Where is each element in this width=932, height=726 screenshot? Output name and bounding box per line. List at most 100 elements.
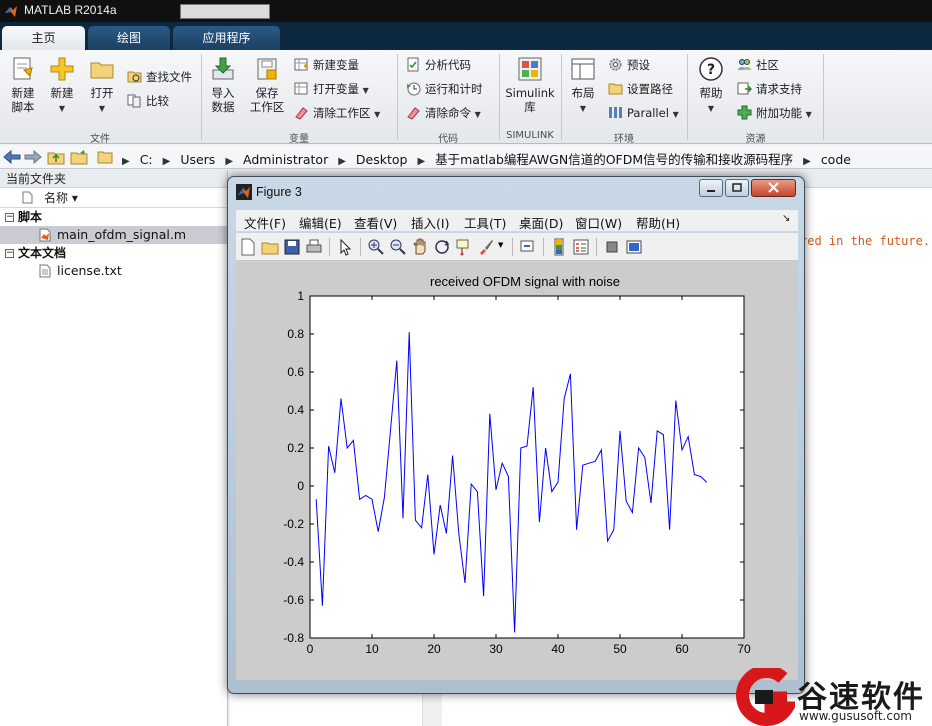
new-figure-icon[interactable] <box>239 238 257 256</box>
open-variable-dropdown-icon[interactable]: ▼ <box>363 86 369 95</box>
menu-desktop[interactable]: 桌面(D) <box>519 213 563 232</box>
file-row-main-ofdm-signal[interactable]: main_ofdm_signal.m <box>0 226 227 244</box>
ribbon-divider <box>823 54 824 140</box>
brush-icon[interactable] <box>477 238 495 256</box>
pan-hand-icon[interactable] <box>411 238 429 256</box>
menu-insert[interactable]: 插入(I) <box>411 213 449 232</box>
data-cursor-icon[interactable] <box>455 238 473 256</box>
open-button[interactable]: 打开 ▼ <box>86 56 118 116</box>
title-search-box[interactable] <box>180 4 270 19</box>
breadcrumb-item[interactable]: Administrator <box>243 152 328 167</box>
menu-file[interactable]: 文件(F) <box>244 213 286 232</box>
y-tick-label: 0.6 <box>287 365 304 379</box>
show-plot-tools-icon[interactable] <box>625 238 643 256</box>
group-scripts[interactable]: − 脚本 <box>0 208 227 226</box>
collapse-toggle-icon[interactable]: − <box>5 249 14 258</box>
tab-apps[interactable]: 应用程序 <box>173 26 280 50</box>
matlab-script-file-icon <box>39 228 51 242</box>
address-bar: ▶ C: ▶ Users ▶ Administrator ▶ Desktop ▶… <box>0 145 932 169</box>
link-plot-icon[interactable] <box>519 238 537 256</box>
analyze-code-button[interactable]: 分析代码 <box>406 55 471 75</box>
set-path-button[interactable]: 设置路径 <box>608 79 673 99</box>
insert-colorbar-icon[interactable] <box>550 238 568 256</box>
collapse-toggle-icon[interactable]: − <box>5 213 14 222</box>
find-files-icon <box>127 71 142 83</box>
parallel-dropdown-icon[interactable]: ▼ <box>673 110 679 119</box>
group-text-documents[interactable]: − 文本文档 <box>0 244 227 262</box>
clear-commands-button[interactable]: 清除命令 ▼ <box>406 103 481 123</box>
save-workspace-button[interactable]: 保存 工作区 <box>247 56 287 114</box>
breadcrumb-item[interactable]: 基于matlab编程AWGN信道的OFDM信号的传输和接收源码程序 <box>435 152 793 167</box>
menu-tools[interactable]: 工具(T) <box>464 213 506 232</box>
new-script-icon <box>13 57 33 80</box>
layout-button[interactable]: 布局 ▼ <box>567 56 599 116</box>
up-folder-icon[interactable] <box>47 149 65 165</box>
rotate-3d-icon[interactable] <box>433 238 451 256</box>
menu-dock-arrow-icon[interactable]: ↘ <box>782 213 790 224</box>
file-row-license[interactable]: license.txt <box>0 262 227 280</box>
request-support-icon <box>737 82 752 95</box>
x-tick-label: 10 <box>365 642 379 656</box>
browse-folder-icon[interactable] <box>70 149 88 165</box>
open-variable-button[interactable]: 打开变量 ▼ <box>294 79 369 99</box>
brush-dropdown-icon[interactable]: ▼ <box>498 241 503 249</box>
print-figure-icon[interactable] <box>305 238 323 256</box>
compare-icon <box>127 94 141 108</box>
breadcrumb-item[interactable]: Users <box>180 152 215 167</box>
find-files-button[interactable]: 查找文件 <box>127 67 192 87</box>
community-button[interactable]: 社区 <box>737 55 779 75</box>
breadcrumb-item[interactable]: Desktop <box>356 152 408 167</box>
new-script-button[interactable]: 新建 脚本 <box>6 56 40 114</box>
preferences-button[interactable]: 预设 <box>608 55 650 75</box>
import-data-icon <box>212 57 234 80</box>
parallel-button[interactable]: Parallel ▼ <box>608 103 679 123</box>
request-support-button[interactable]: 请求支持 <box>737 79 802 99</box>
y-tick-label: -0.4 <box>283 555 304 569</box>
hide-plot-tools-icon[interactable] <box>603 238 621 256</box>
close-button[interactable] <box>751 179 796 197</box>
plot-axes-box[interactable] <box>309 295 745 639</box>
edit-plot-arrow-icon[interactable] <box>336 238 354 256</box>
x-tick-label: 60 <box>675 642 689 656</box>
import-data-button[interactable]: 导入 数据 <box>206 56 240 114</box>
zoom-out-icon[interactable] <box>389 238 407 256</box>
name-column-header[interactable]: 名称 ▾ <box>0 188 227 208</box>
add-ons-dropdown-icon[interactable]: ▼ <box>806 110 812 119</box>
clear-commands-dropdown-icon[interactable]: ▼ <box>475 110 481 119</box>
request-support-label: 请求支持 <box>756 82 802 96</box>
run-and-time-button[interactable]: 运行和计时 <box>406 79 483 99</box>
breadcrumb-item[interactable]: C: <box>140 152 153 167</box>
menu-window[interactable]: 窗口(W) <box>575 213 622 232</box>
new-variable-button[interactable]: 新建变量 <box>294 55 359 75</box>
tab-plots[interactable]: 绘图 <box>88 26 170 50</box>
maximize-button[interactable] <box>725 179 749 197</box>
simulink-library-button[interactable]: Simulink 库 <box>503 56 557 114</box>
matlab-title-bar: MATLAB R2014a <box>0 0 932 22</box>
minimize-button[interactable] <box>699 179 723 197</box>
open-variable-label: 打开变量 <box>313 82 359 96</box>
breadcrumb-separator-icon: ▶ <box>162 156 171 167</box>
zoom-in-icon[interactable] <box>367 238 385 256</box>
group-text-documents-label: 文本文档 <box>18 246 67 260</box>
ribbon-divider <box>499 54 500 140</box>
menu-view[interactable]: 查看(V) <box>354 213 397 232</box>
toolbar-divider <box>512 238 513 256</box>
menu-help[interactable]: 帮助(H) <box>636 213 680 232</box>
insert-legend-icon[interactable] <box>572 238 590 256</box>
help-button[interactable]: ? 帮助 ▼ <box>695 56 727 116</box>
new-plus-icon <box>50 57 74 81</box>
compare-button[interactable]: 比较 <box>127 91 169 111</box>
clear-workspace-button[interactable]: 清除工作区 ▼ <box>294 103 380 123</box>
tab-home[interactable]: 主页 <box>2 26 85 50</box>
forward-arrow-icon[interactable] <box>24 149 42 165</box>
open-file-icon[interactable] <box>261 238 279 256</box>
add-ons-button[interactable]: 附加功能 ▼ <box>737 103 812 123</box>
breadcrumb-item[interactable]: code <box>821 152 851 167</box>
back-arrow-icon[interactable] <box>3 149 21 165</box>
save-figure-icon[interactable] <box>283 238 301 256</box>
menu-edit[interactable]: 编辑(E) <box>299 213 342 232</box>
new-button[interactable]: 新建 ▼ <box>46 56 78 116</box>
file-name: main_ofdm_signal.m <box>57 227 187 242</box>
clear-workspace-dropdown-icon[interactable]: ▼ <box>374 110 380 119</box>
line-chart[interactable]: received OFDM signal with noise 0 10 20 30 4… <box>236 262 798 680</box>
